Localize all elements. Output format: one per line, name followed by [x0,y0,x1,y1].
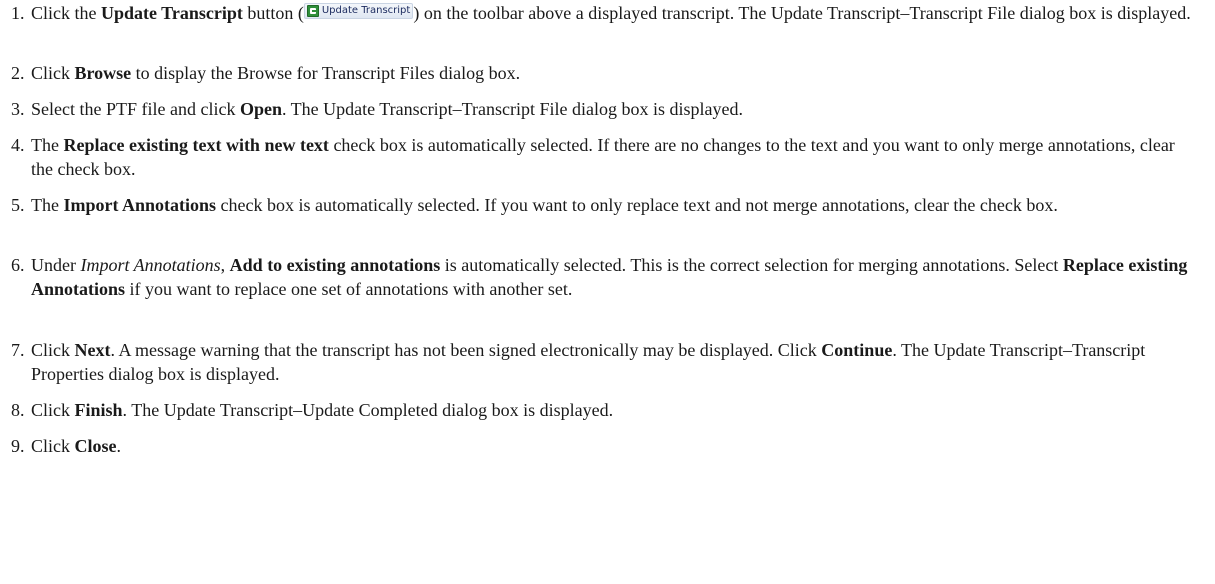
step-text: Click Finish. The Update Transcript–Upda… [31,400,614,420]
step-text: The Import Annotations check box is auto… [31,195,1058,215]
step-number: 4. [11,135,25,155]
step-number: 6. [11,255,25,275]
update-transcript-button[interactable]: Update Transcript [303,3,414,19]
step-number: 8. [11,400,25,420]
step-number: 9. [11,436,25,456]
step-text: Select the PTF file and click Open. The … [31,99,743,119]
instruction-list: 1. Click the Update Transcript button (U… [0,0,1215,584]
step-number: 7. [11,340,25,360]
step-text: Click the Update Transcript button (Upda… [31,3,1191,23]
step-number: 5. [11,195,25,215]
step-text: Click Browse to display the Browse for T… [31,63,521,83]
step-number: 2. [11,63,25,83]
step-text: Under Import Annotations, Add to existin… [31,255,1188,299]
update-transcript-icon [306,5,319,17]
step-text: Click Close. [31,436,121,456]
step-text: The Replace existing text with new text … [31,135,1175,179]
step-text: Click Next. A message warning that the t… [31,340,1146,384]
step-number: 1. [11,3,25,23]
step-number: 3. [11,99,25,119]
